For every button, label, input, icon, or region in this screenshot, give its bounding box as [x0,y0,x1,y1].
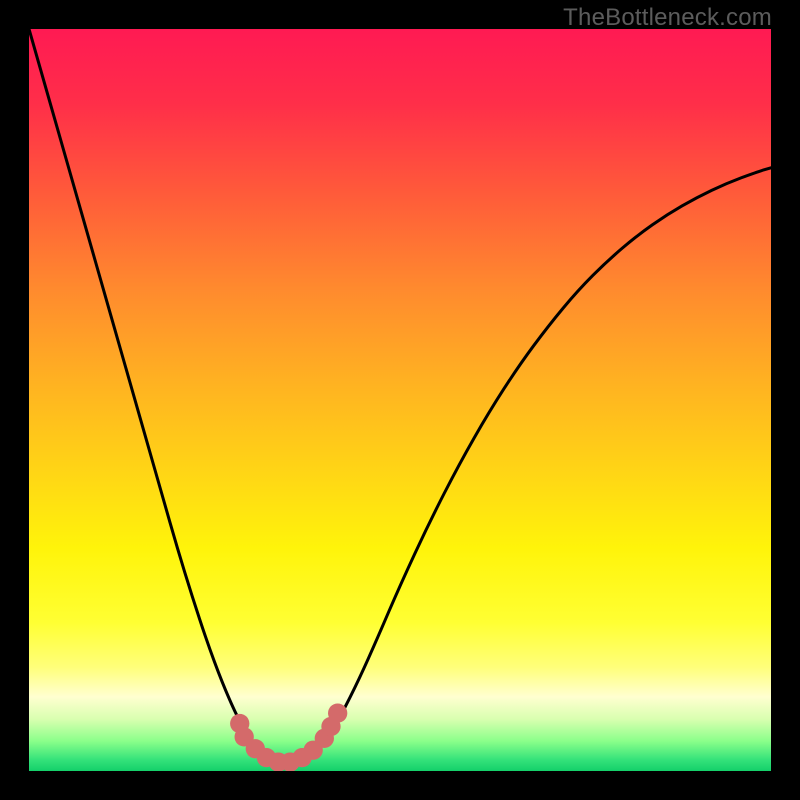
plot-area [29,29,771,771]
marker-dot [328,703,347,722]
bottleneck-curve [29,29,771,765]
watermark-text: TheBottleneck.com [563,4,772,32]
chart-svg [29,29,771,771]
outer-frame: TheBottleneck.com [0,0,800,800]
bottom-dots [230,703,347,771]
